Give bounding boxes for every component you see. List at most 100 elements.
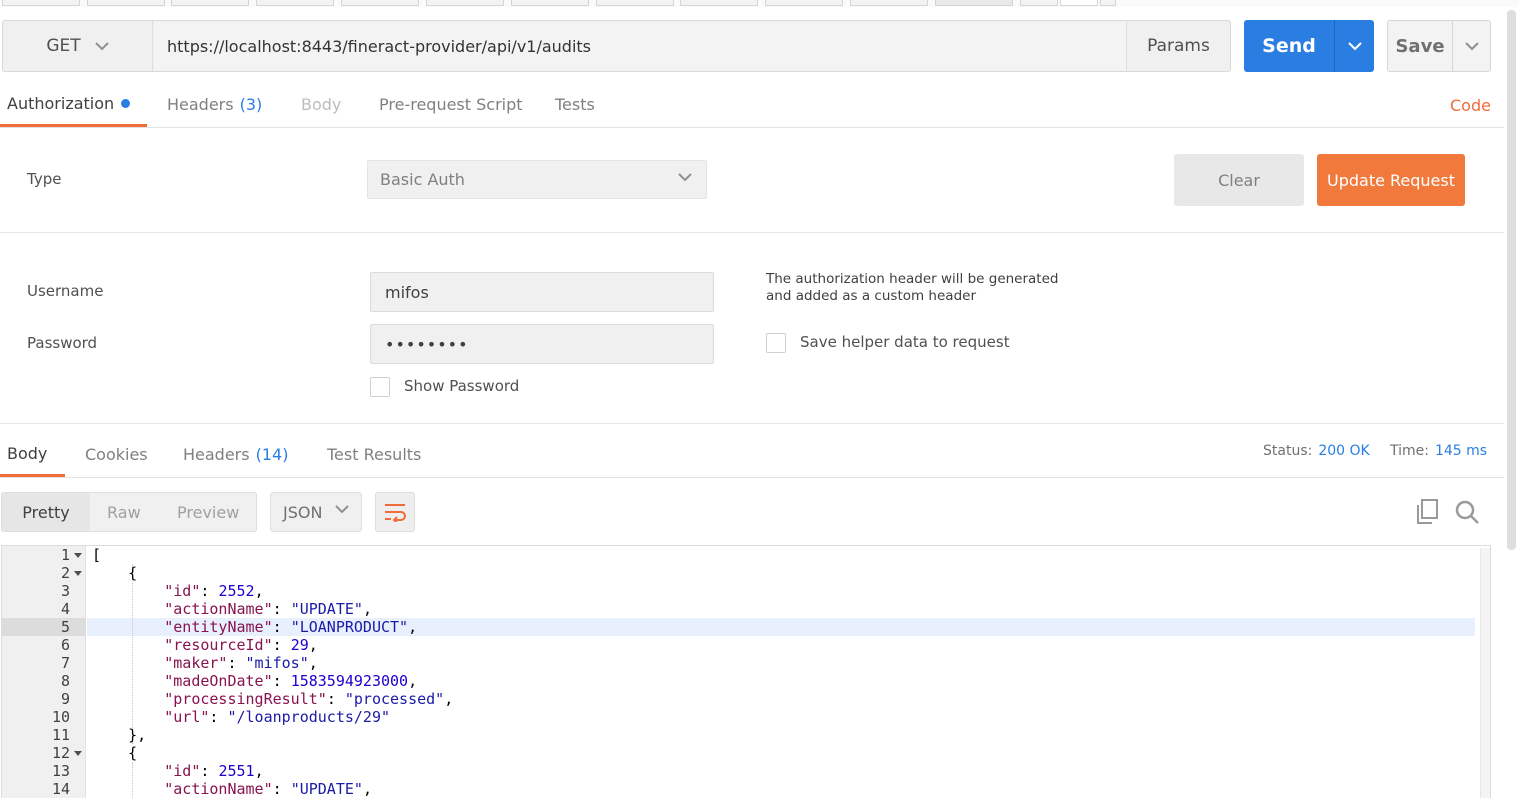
divider xyxy=(0,232,1504,233)
clear-button[interactable]: Clear xyxy=(1174,154,1304,206)
time-value: 145 ms xyxy=(1434,443,1488,459)
code-line: "maker": "mifos", xyxy=(164,654,318,672)
wrap-lines-button[interactable] xyxy=(375,492,415,532)
preview-button[interactable]: Preview xyxy=(177,493,239,531)
fold-arrow-icon[interactable] xyxy=(74,751,82,756)
request-tab[interactable] xyxy=(87,0,165,6)
page-scrollbar[interactable] xyxy=(1507,10,1516,550)
request-tab[interactable] xyxy=(765,0,843,6)
show-password-checkbox[interactable] xyxy=(370,377,390,397)
tab-test-results[interactable]: Test Results xyxy=(327,432,421,477)
auth-type-value: Basic Auth xyxy=(380,170,465,189)
format-value: JSON xyxy=(283,502,323,522)
password-field[interactable]: •••••••• xyxy=(370,324,714,364)
method-select[interactable]: GET xyxy=(3,21,153,71)
save-helper-label: Save helper data to request xyxy=(800,333,1010,351)
request-tab[interactable] xyxy=(1020,0,1058,6)
line-number: 10 xyxy=(51,708,70,726)
line-number: 13 xyxy=(51,762,70,780)
save-button[interactable]: Save xyxy=(1387,20,1491,72)
code-line: "entityName": "LOANPRODUCT", xyxy=(164,618,418,636)
code-scrollbar[interactable] xyxy=(1480,548,1490,798)
save-label: Save xyxy=(1395,35,1445,57)
code-line: "processingResult": "processed", xyxy=(164,690,454,708)
url-input[interactable]: https://localhost:8443/fineract-provider… xyxy=(154,21,1126,71)
send-button[interactable]: Send xyxy=(1244,20,1374,72)
line-number: 7 xyxy=(60,654,70,672)
line-number: 6 xyxy=(60,636,70,654)
tab-tests[interactable]: Tests xyxy=(555,82,595,127)
line-number: 11 xyxy=(51,726,70,744)
code-line: "id": 2552, xyxy=(164,582,264,600)
tab-cookies[interactable]: Cookies xyxy=(85,432,148,477)
params-button[interactable]: Params xyxy=(1126,21,1230,71)
tab-label: Pre-request Script xyxy=(379,95,523,114)
tab-response-headers[interactable]: Headers (14) xyxy=(183,432,288,477)
tab-authorization[interactable]: Authorization xyxy=(0,82,147,127)
tab-headers[interactable]: Headers (3) xyxy=(167,82,262,127)
line-number: 4 xyxy=(60,600,70,618)
line-number: 12 xyxy=(51,744,70,762)
time-readout: Time: 145 ms xyxy=(1390,443,1487,459)
pretty-button[interactable]: Pretty xyxy=(2,493,90,531)
status-value: 200 OK xyxy=(1318,443,1370,459)
chevron-down-icon xyxy=(678,173,692,182)
request-tab[interactable] xyxy=(341,0,419,6)
update-request-button[interactable]: Update Request xyxy=(1317,154,1465,206)
tab-label: Body xyxy=(7,443,48,463)
view-mode-toggle: Pretty Raw Preview xyxy=(1,492,257,532)
code-link[interactable]: Code xyxy=(1450,96,1491,115)
username-field[interactable]: mifos xyxy=(370,272,714,312)
request-tab[interactable] xyxy=(511,0,589,6)
code-line: "resourceId": 29, xyxy=(164,636,318,654)
tab-label: Authorization xyxy=(7,93,115,113)
tab-strip xyxy=(0,0,1518,7)
tab-menu-button[interactable] xyxy=(1100,0,1116,6)
username-label: Username xyxy=(27,282,104,300)
tab-body[interactable]: Body xyxy=(301,82,341,127)
tab-label: Test Results xyxy=(327,445,422,464)
tab-pre-request-script[interactable]: Pre-request Script xyxy=(379,82,523,127)
fold-arrow-icon[interactable] xyxy=(74,571,82,576)
code-line: "actionName": "UPDATE", xyxy=(164,780,372,798)
line-number: 2 xyxy=(60,564,70,582)
fold-arrow-icon[interactable] xyxy=(74,553,82,558)
tab-label: Tests xyxy=(555,95,595,114)
request-tab[interactable] xyxy=(426,0,504,6)
save-helper-checkbox[interactable] xyxy=(766,333,786,353)
save-options-button[interactable] xyxy=(1452,21,1490,71)
send-options-button[interactable] xyxy=(1334,20,1374,72)
response-code-viewer[interactable]: 1 [2 {3 "id": 2552, 4 "actionName": "UPDAT… xyxy=(1,545,1491,798)
tab-response-body[interactable]: Body xyxy=(0,432,65,477)
new-tab-button[interactable] xyxy=(1060,0,1098,6)
request-tab[interactable] xyxy=(2,0,80,6)
line-number: 5 xyxy=(60,618,70,636)
code-line: [ xyxy=(92,546,102,564)
method-label: GET xyxy=(46,36,81,56)
chevron-down-icon xyxy=(335,505,349,514)
copy-icon[interactable] xyxy=(1415,498,1441,526)
show-password-label: Show Password xyxy=(404,377,520,395)
chevron-down-icon xyxy=(94,41,109,50)
tab-label: Cookies xyxy=(85,445,148,464)
code-line: { xyxy=(92,744,138,762)
raw-button[interactable]: Raw xyxy=(107,493,141,531)
request-tab[interactable] xyxy=(171,0,249,6)
request-tab[interactable] xyxy=(596,0,674,6)
tab-label: Body xyxy=(301,95,342,114)
request-tab[interactable] xyxy=(680,0,758,6)
send-label: Send xyxy=(1262,35,1316,57)
request-tab[interactable] xyxy=(850,0,928,6)
format-select[interactable]: JSON xyxy=(270,492,362,532)
line-number: 3 xyxy=(60,582,70,600)
line-number: 14 xyxy=(51,780,70,798)
request-tab[interactable] xyxy=(256,0,334,6)
request-bar: GET https://localhost:8443/fineract-prov… xyxy=(2,20,1231,72)
auth-help-note: The authorization header will be generat… xyxy=(766,271,1059,304)
line-number: 1 xyxy=(60,546,70,564)
auth-type-select[interactable]: Basic Auth xyxy=(367,160,707,199)
modified-dot-icon xyxy=(121,98,131,108)
status-readout: Status: 200 OK xyxy=(1263,443,1370,459)
search-icon[interactable] xyxy=(1453,498,1481,526)
request-tab-active[interactable] xyxy=(935,0,1013,6)
